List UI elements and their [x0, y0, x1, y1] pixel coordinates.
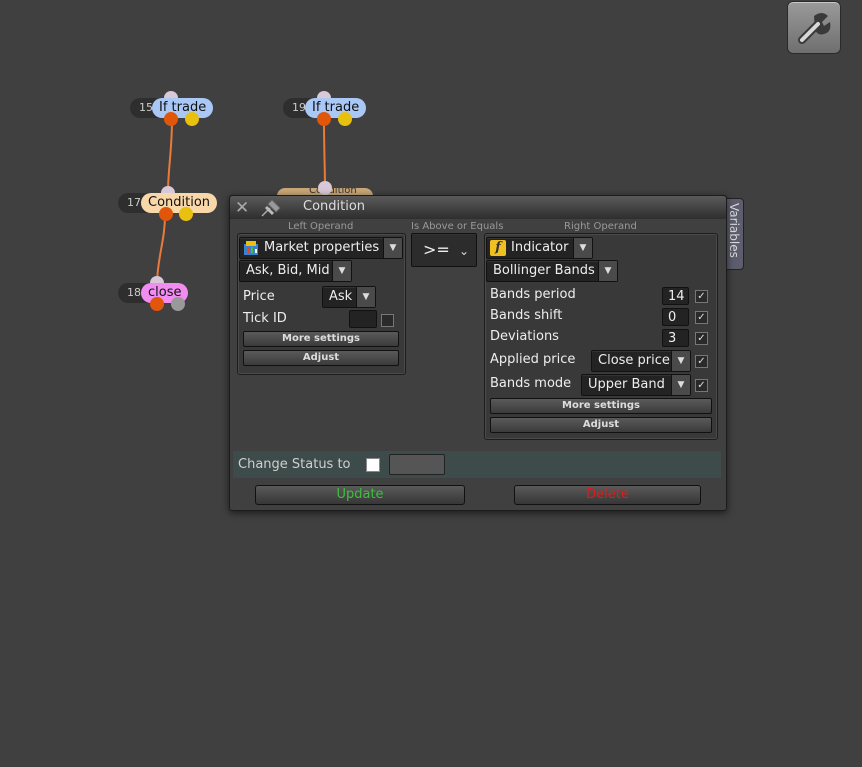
right-operand-caption: Right Operand [564, 221, 637, 232]
right-type-select[interactable]: f Indicator ▼ [486, 237, 593, 259]
left-more-settings-button[interactable]: More settings [243, 331, 399, 347]
left-subtype-value: Ask, Bid, Mid [246, 263, 330, 278]
right-operand-panel: f Indicator ▼ Bollinger Bands ▼ Bands pe… [484, 233, 718, 440]
chevron-down-icon: ▼ [598, 261, 617, 281]
close-icon[interactable]: ✕ [235, 198, 249, 218]
tick-id-label: Tick ID [243, 311, 287, 326]
deviations-label: Deviations [490, 329, 559, 344]
left-subtype-select[interactable]: Ask, Bid, Mid ▼ [239, 260, 352, 282]
node-condition-17[interactable]: 17 Condition [118, 186, 218, 221]
output-port-true[interactable] [150, 297, 164, 311]
node-label: If trade [305, 98, 367, 118]
applied-price-value: Close price [598, 353, 670, 368]
tick-id-checkbox[interactable] [381, 314, 394, 327]
bands-shift-label: Bands shift [490, 308, 563, 323]
applied-price-checkbox[interactable]: ✓ [695, 355, 708, 368]
bands-period-checkbox[interactable]: ✓ [695, 290, 708, 303]
bands-mode-value: Upper Band [588, 377, 665, 392]
output-port-false[interactable] [338, 112, 352, 126]
dialog-title: Condition [303, 199, 366, 214]
output-port-true[interactable] [317, 112, 331, 126]
tick-id-input[interactable] [349, 310, 377, 328]
delete-button[interactable]: Delete [514, 485, 701, 505]
variables-tab[interactable]: Variables [725, 198, 744, 270]
condition-dialog: ✕ Condition Left Operand Is Above or Equ… [229, 195, 727, 511]
right-subtype-select[interactable]: Bollinger Bands ▼ [486, 260, 618, 282]
left-operand-panel: Market properties ▼ Ask, Bid, Mid ▼ Pric… [237, 233, 406, 375]
left-adjust-button[interactable]: Adjust [243, 350, 399, 366]
function-icon: f [490, 240, 506, 256]
bands-period-input[interactable]: 14 [662, 287, 689, 305]
price-select[interactable]: Ask ▼ [322, 286, 376, 308]
right-adjust-button[interactable]: Adjust [490, 417, 712, 433]
chevron-down-icon: ▼ [573, 238, 592, 258]
left-operand-caption: Left Operand [288, 221, 354, 232]
right-type-value: Indicator [511, 240, 569, 255]
left-type-select[interactable]: Market properties ▼ [239, 237, 403, 259]
chevron-down-icon: ▼ [671, 375, 690, 395]
node-if-trade-15[interactable]: 15 If trade [130, 91, 214, 126]
chevron-down-icon: ▼ [356, 287, 375, 307]
output-port-false[interactable] [185, 112, 199, 126]
node-label: If trade [152, 98, 214, 118]
price-value: Ask [329, 289, 353, 304]
bands-shift-input[interactable]: 0 [662, 308, 689, 326]
left-type-value: Market properties [264, 240, 380, 255]
node-close-18[interactable]: 18 close [118, 276, 200, 311]
pin-icon[interactable] [258, 198, 284, 218]
change-status-label: Change Status to [238, 457, 351, 472]
status-select[interactable] [389, 454, 445, 475]
update-button[interactable]: Update [255, 485, 465, 505]
change-status-checkbox[interactable] [366, 458, 380, 472]
output-port-true[interactable] [164, 112, 178, 126]
bands-shift-checkbox[interactable]: ✓ [695, 311, 708, 324]
node-if-trade-19[interactable]: 19 If trade [283, 91, 367, 126]
market-properties-icon [244, 241, 258, 255]
change-status-row: Change Status to [233, 451, 721, 478]
chevron-down-icon: ▼ [671, 351, 690, 371]
deviations-checkbox[interactable]: ✓ [695, 332, 708, 345]
chevron-down-icon: ⌄ [458, 244, 469, 258]
output-port-true[interactable] [159, 207, 173, 221]
output-port-false[interactable] [171, 297, 185, 311]
right-more-settings-button[interactable]: More settings [490, 398, 712, 414]
dialog-titlebar[interactable]: ✕ Condition [230, 196, 726, 219]
bands-mode-select[interactable]: Upper Band ▼ [581, 374, 691, 396]
variables-tab-label: Variables [727, 203, 741, 258]
price-label: Price [243, 289, 275, 304]
applied-price-label: Applied price [490, 352, 576, 367]
chevron-down-icon: ▼ [383, 238, 402, 258]
bands-mode-label: Bands mode [490, 376, 572, 391]
operator-caption: Is Above or Equals [411, 221, 504, 232]
deviations-input[interactable]: 3 [662, 329, 689, 347]
chevron-down-icon: ▼ [332, 261, 351, 281]
applied-price-select[interactable]: Close price ▼ [591, 350, 691, 372]
operator-value: >= [423, 240, 450, 259]
bands-mode-checkbox[interactable]: ✓ [695, 379, 708, 392]
bands-period-label: Bands period [490, 287, 576, 302]
operator-select[interactable]: >= ⌄ [411, 233, 477, 267]
input-port[interactable] [318, 181, 332, 195]
output-port-false[interactable] [179, 207, 193, 221]
right-subtype-value: Bollinger Bands [493, 263, 595, 278]
